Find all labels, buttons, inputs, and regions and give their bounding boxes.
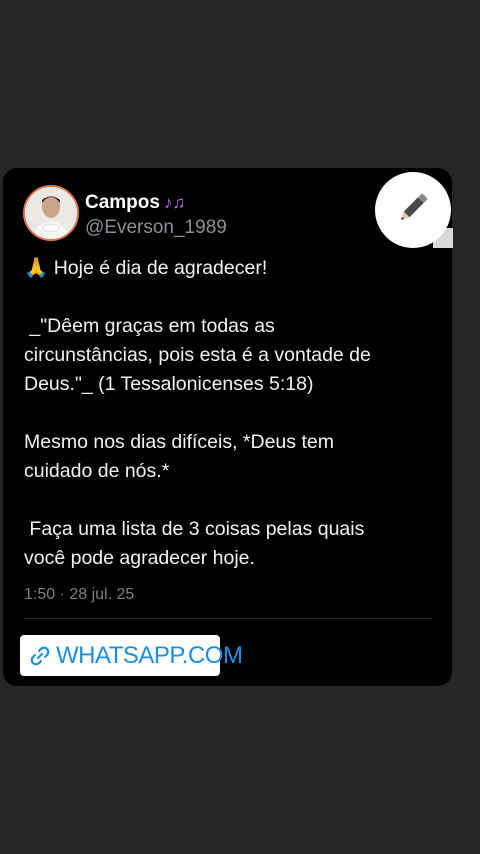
tweet-line: cuidado de nós.* <box>24 460 170 482</box>
tweet-line: você pode agradecer hoje. <box>24 547 255 569</box>
profile-handle[interactable]: @Everson_1989 <box>85 217 227 239</box>
tweet-line: _"Dêem graças em todas as <box>24 315 275 337</box>
edit-button[interactable] <box>375 172 453 250</box>
edit-button-circle[interactable] <box>375 172 451 248</box>
tweet-line: circunstâncias, pois esta é a vontade de <box>24 344 371 366</box>
link-icon <box>28 644 52 668</box>
tweet-line: Deus."_ (1 Tessalonicenses 5:18) <box>24 373 314 395</box>
tweet-line: Mesmo nos dias difíceis, *Deus tem <box>24 431 334 453</box>
avatar[interactable] <box>23 185 79 241</box>
tweet-line: 🙏 Hoje é dia de agradecer! <box>24 257 268 279</box>
profile-name-row[interactable]: Campos ♪♫ <box>85 192 185 214</box>
musical-notes-icon: ♪♫ <box>163 193 186 212</box>
pencil-icon <box>393 188 433 233</box>
timestamp[interactable]: 1:50 · 28 jul. 25 <box>24 586 134 604</box>
whatsapp-link-label[interactable]: WHATSAPP.COM <box>56 642 243 670</box>
divider <box>24 618 432 619</box>
tweet-line: Faça uma lista de 3 coisas pelas quais <box>24 518 365 540</box>
whatsapp-link[interactable]: WHATSAPP.COM <box>20 635 243 676</box>
profile-name[interactable]: Campos <box>85 192 160 214</box>
tweet-body: 🙏 Hoje é dia de agradecer! _"Dêem graças… <box>24 254 434 573</box>
tweet-card: Campos ♪♫ @Everson_1989 🙏 Hoje é dia de … <box>3 168 453 686</box>
